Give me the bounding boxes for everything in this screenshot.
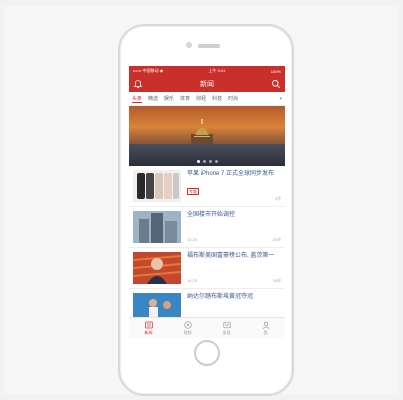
clock-text: 上午 9:41: [208, 68, 226, 73]
list-item[interactable]: 福布斯美国富豪榜公布, 盖茨第一 14:25 34评: [129, 248, 285, 289]
iphone-thumbnail: [133, 170, 181, 202]
news-icon: [144, 321, 153, 328]
building-thumbnail: [133, 211, 181, 243]
speaker-grille: [198, 44, 220, 48]
news-title: 福布斯美国富豪榜公布, 盖茨第一: [187, 253, 275, 259]
bottom-tab-news[interactable]: 新闻: [129, 318, 168, 338]
list-item[interactable]: 全国楼市开始调控 14:25 20评: [129, 207, 285, 248]
tab-featured[interactable]: 精选: [148, 95, 158, 102]
news-meta: 14:25 20评: [187, 237, 281, 243]
bottom-tab-profile[interactable]: 我: [246, 318, 285, 338]
carousel-dot[interactable]: [214, 160, 218, 163]
carousel-dots: [129, 160, 285, 163]
list-item[interactable]: 苹果 iPhone 7 正式全球同步发布 专题 1评: [129, 166, 285, 207]
bottom-tab-discover[interactable]: 发现: [207, 318, 246, 338]
news-time: 14:25: [187, 278, 198, 283]
bottom-tab-label: 新闻: [144, 329, 153, 335]
news-meta: 14:25 34评: [187, 278, 281, 284]
news-time: 14:25: [187, 237, 198, 242]
comment-count: 20评: [272, 237, 281, 242]
news-title: 苹果 iPhone 7 正式全球同步发布: [187, 171, 275, 177]
tab-sports[interactable]: 体育: [180, 95, 190, 102]
carrier-text: •••••• 中国移动 ◉: [133, 68, 164, 73]
news-meta: 1评: [187, 196, 281, 202]
bottom-tab-label: 视频: [183, 329, 192, 335]
comment-count: 1评: [274, 196, 281, 201]
status-bar: •••••• 中国移动 ◉ 上午 9:41 100%: [129, 66, 285, 76]
front-camera: [186, 42, 192, 48]
tab-fashion[interactable]: 时尚: [228, 95, 238, 102]
tab-entertainment[interactable]: 娱乐: [164, 95, 174, 102]
app-screen: •••••• 中国移动 ◉ 上午 9:41 100% 新闻 头条 精选 娱乐 体…: [129, 66, 285, 338]
search-icon[interactable]: [271, 79, 281, 89]
news-title: 全国楼市开始调控: [187, 212, 236, 218]
battery-text: 100%: [270, 68, 281, 74]
phone-frame: •••••• 中国移动 ◉ 上午 9:41 100% 新闻 头条 精选 娱乐 体…: [118, 24, 294, 396]
profile-icon: [262, 321, 269, 329]
tab-headlines[interactable]: 头条: [132, 95, 143, 103]
home-button[interactable]: [194, 340, 220, 366]
bottom-tab-label: 发现: [222, 329, 231, 335]
carousel-dot[interactable]: [196, 160, 200, 163]
bottom-tab-label: 我: [263, 329, 268, 335]
chevron-down-icon[interactable]: ▾: [279, 96, 282, 102]
bell-icon[interactable]: [133, 79, 143, 89]
carousel-dot[interactable]: [202, 160, 206, 163]
page-title: 新闻: [200, 81, 214, 88]
topic-badge: 专题: [187, 188, 199, 195]
comment-count: 34评: [272, 278, 281, 283]
tab-tech[interactable]: 科技: [212, 95, 222, 102]
nav-bar: 新闻: [129, 76, 285, 92]
carousel-dot[interactable]: [208, 160, 212, 163]
portrait-thumbnail: [133, 252, 181, 284]
category-tabs: 头条 精选 娱乐 体育 财经 科技 时尚 ▾: [129, 92, 285, 106]
bottom-tab-bar: 新闻 视频 发现 我: [129, 317, 285, 338]
tab-finance[interactable]: 财经: [196, 95, 206, 102]
discover-icon: [222, 321, 231, 328]
news-title: 纳达尔踏布斯埃黄冠夺冠: [187, 294, 254, 300]
hero-banner[interactable]: [129, 106, 285, 166]
video-icon: [183, 320, 192, 329]
bottom-tab-video[interactable]: 视频: [168, 318, 207, 338]
